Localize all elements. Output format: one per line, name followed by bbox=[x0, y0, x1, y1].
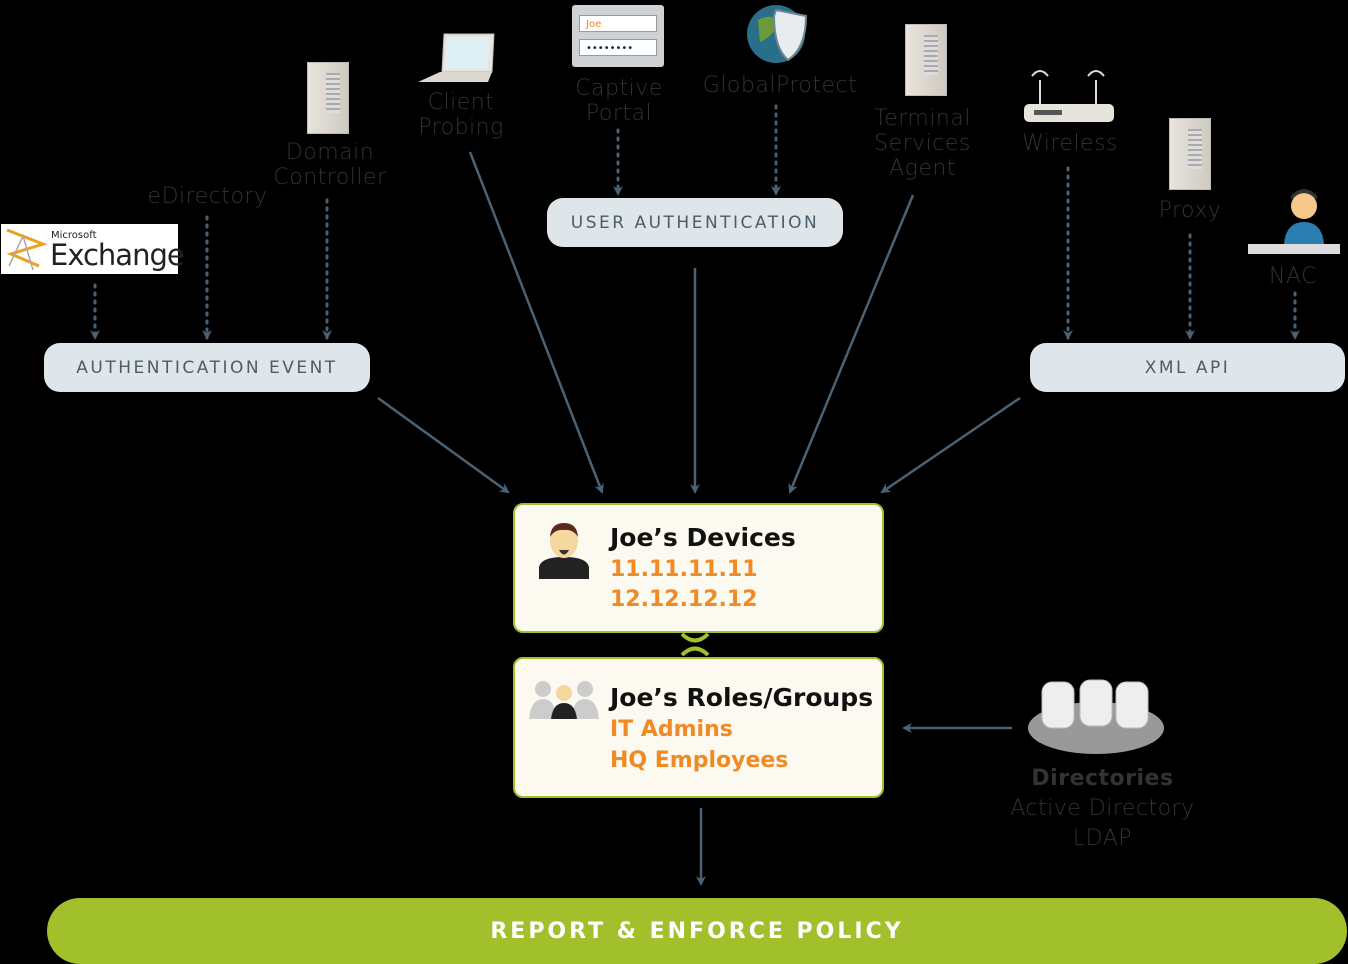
captive-portal-login-icon: Joe •••••••• bbox=[572, 5, 664, 67]
devices-title: Joe’s Devices bbox=[610, 523, 796, 552]
group-users-icon bbox=[529, 681, 599, 719]
directories-title: Directories bbox=[1031, 766, 1174, 791]
user-authentication-box: USER AUTHENTICATION bbox=[547, 198, 843, 247]
globalprotect-label: GlobalProtect bbox=[702, 73, 858, 98]
joes-devices-card: Joe’s Devices 11.11.11.11 12.12.12.12 bbox=[513, 503, 884, 633]
report-enforce-policy-bar: REPORT & ENFORCE POLICY bbox=[47, 898, 1347, 964]
wireless-router-icon bbox=[1024, 70, 1114, 122]
terminal-services-server-icon bbox=[905, 24, 947, 96]
captive-portal-label: Captive Portal bbox=[575, 76, 663, 126]
directories-database-icon bbox=[1028, 679, 1164, 754]
domain-controller-server-icon bbox=[307, 62, 349, 134]
link-icon bbox=[680, 632, 710, 657]
client-probing-label: Client Probing bbox=[418, 90, 504, 140]
wireless-label: Wireless bbox=[1021, 131, 1119, 156]
joes-roles-card: Joe’s Roles/Groups IT Admins HQ Employee… bbox=[513, 657, 884, 798]
exchange-logo: Microsoft Exchange bbox=[1, 224, 185, 274]
device-ip: 11.11.11.11 bbox=[610, 557, 758, 582]
nac-user-icon bbox=[1248, 189, 1340, 254]
edirectory-label: eDirectory bbox=[147, 184, 268, 209]
globalprotect-globe-shield-icon bbox=[747, 5, 808, 63]
group-name: HQ Employees bbox=[610, 748, 789, 773]
nac-label: NAC bbox=[1269, 264, 1317, 289]
proxy-label: Proxy bbox=[1158, 198, 1222, 223]
directory-name: LDAP bbox=[1072, 826, 1133, 851]
device-ip: 12.12.12.12 bbox=[610, 587, 758, 612]
user-avatar-icon bbox=[539, 523, 589, 579]
group-name: IT Admins bbox=[610, 717, 733, 742]
authentication-event-box: AUTHENTICATION EVENT bbox=[44, 343, 370, 392]
proxy-server-icon bbox=[1169, 118, 1211, 190]
exchange-icon bbox=[6, 228, 47, 271]
password-field: •••••••• bbox=[579, 39, 657, 56]
user-id-diagram: Microsoft Exchange eDirectory Domain Con… bbox=[0, 0, 1348, 964]
roles-title: Joe’s Roles/Groups bbox=[610, 683, 874, 712]
xml-api-box: XML API bbox=[1030, 343, 1345, 392]
arrow-auth-event bbox=[377, 396, 510, 494]
laptop-icon bbox=[418, 33, 495, 82]
terminal-services-label: Terminal Services Agent bbox=[874, 106, 971, 181]
domain-controller-label: Domain Controller bbox=[273, 140, 387, 190]
arrow-xml-api bbox=[880, 396, 1021, 494]
username-field: Joe bbox=[579, 15, 657, 32]
directory-name: Active Directory bbox=[1010, 796, 1195, 821]
